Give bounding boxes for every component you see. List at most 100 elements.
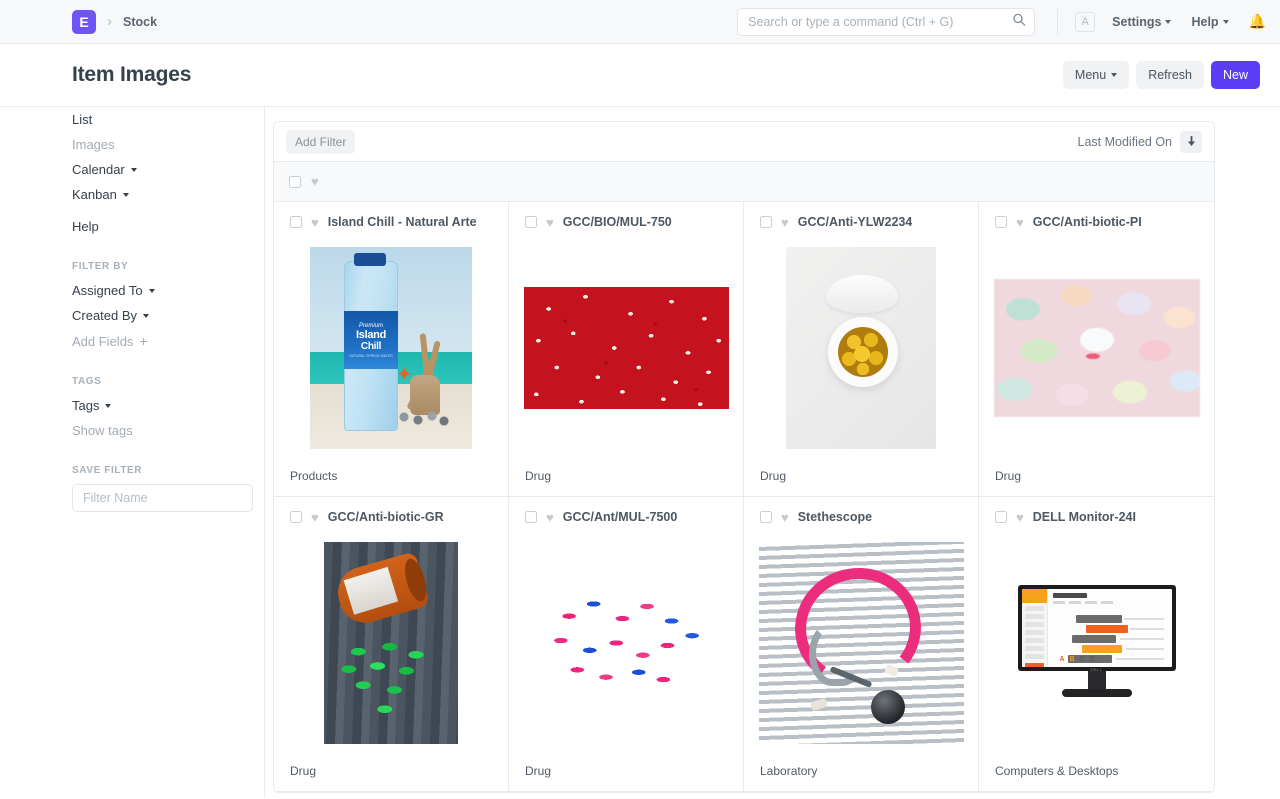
image-card[interactable]: ♥ GCC/Anti-biotic-PI Drug (979, 202, 1214, 497)
card-checkbox[interactable] (995, 216, 1007, 228)
bell-icon[interactable]: 🔔 (1249, 13, 1266, 30)
app-logo-icon[interactable]: E (72, 10, 96, 34)
card-checkbox[interactable] (760, 511, 772, 523)
chevron-down-icon (1111, 73, 1117, 77)
sidebar-item-help[interactable]: Help (72, 214, 250, 239)
sidebar-item-label: Calendar (72, 163, 125, 176)
card-checkbox[interactable] (525, 511, 537, 523)
search-input[interactable] (737, 8, 1035, 36)
sidebar-tags[interactable]: Tags (72, 393, 250, 418)
filter-toolbar: Add Filter Last Modified On (274, 122, 1214, 162)
image-card[interactable]: ♥ GCC/Ant/MUL-7500 Drug (509, 497, 744, 792)
chevron-down-icon (149, 289, 155, 293)
sidebar-item-label: Help (72, 220, 99, 233)
filter-name-input[interactable] (72, 484, 253, 512)
sidebar-filter-label: Created By (72, 309, 137, 322)
image-card[interactable]: ♥ GCC/BIO/MUL-750 Drug (509, 202, 744, 497)
thumbnail-pastel-tablets (994, 279, 1200, 417)
page-actions: Menu Refresh New (1063, 61, 1260, 89)
add-fields-label: Add Fields (72, 335, 133, 348)
select-all-checkbox[interactable] (289, 176, 301, 188)
menu-button-label: Menu (1075, 68, 1106, 82)
heart-icon[interactable]: ♥ (311, 175, 319, 188)
sidebar-filter-label: Assigned To (72, 284, 143, 297)
sidebar-add-fields[interactable]: Add Fields + (72, 328, 250, 354)
top-navbar: E › Stock A Settings Help 🔔 (0, 0, 1280, 44)
card-caption: Laboratory (744, 753, 978, 791)
card-image-area (744, 533, 978, 753)
heart-icon[interactable]: ♥ (311, 511, 319, 524)
page-title: Item Images (72, 63, 191, 87)
add-filter-button[interactable]: Add Filter (286, 130, 355, 154)
thumbnail-stethoscope (759, 542, 964, 744)
sidebar-heading-save-filter: SAVE FILTER (72, 465, 250, 482)
card-checkbox[interactable] (995, 511, 1007, 523)
help-menu[interactable]: Help (1191, 15, 1228, 29)
sidebar-item-images[interactable]: Images (72, 132, 250, 157)
navbar-left: E › Stock (0, 10, 157, 34)
help-label: Help (1191, 15, 1218, 29)
image-card[interactable]: ♥ GCC/Anti-YLW2234 Drug (744, 202, 979, 497)
image-card[interactable]: ♥ DELL Monitor-24I (979, 497, 1214, 792)
image-card[interactable]: ♥ Island Chill - Natural Arte ✦ (274, 202, 509, 497)
main-content: Add Filter Last Modified On ♥ (265, 107, 1280, 798)
card-title: GCC/Ant/MUL-7500 (563, 510, 678, 524)
page-header: Item Images Menu Refresh New (0, 44, 1280, 107)
card-caption: Drug (509, 753, 743, 791)
card-header: ♥ GCC/Ant/MUL-7500 (509, 497, 743, 533)
chevron-down-icon (1223, 20, 1229, 24)
card-header: ♥ DELL Monitor-24I (979, 497, 1214, 533)
card-image-area: A B C D DELL (979, 533, 1214, 753)
plus-icon: + (139, 334, 147, 348)
card-image-area (744, 238, 978, 458)
heart-icon[interactable]: ♥ (546, 511, 554, 524)
card-header: ♥ Stethescope (744, 497, 978, 533)
card-checkbox[interactable] (290, 216, 302, 228)
card-caption: Drug (744, 458, 978, 496)
card-checkbox[interactable] (525, 216, 537, 228)
sidebar-filter-assigned-to[interactable]: Assigned To (72, 278, 250, 303)
navbar-right: A Settings Help 🔔 (737, 8, 1266, 36)
image-card[interactable]: ♥ GCC/Anti-biotic-GR Drug (274, 497, 509, 792)
sidebar-show-tags[interactable]: Show tags (72, 418, 250, 443)
heart-icon[interactable]: ♥ (781, 511, 789, 524)
card-caption: Drug (979, 458, 1214, 496)
sidebar: List Images Calendar Kanban Help FILTER … (0, 107, 265, 798)
sort-field-selector[interactable]: Last Modified On (1078, 135, 1173, 149)
menu-button[interactable]: Menu (1063, 61, 1129, 89)
sidebar-heading-filter-by: FILTER BY (72, 261, 250, 278)
card-checkbox[interactable] (290, 511, 302, 523)
thumbnail-dell-monitor: A B C D DELL (1012, 583, 1182, 703)
card-checkbox[interactable] (760, 216, 772, 228)
chevron-down-icon (105, 404, 111, 408)
sidebar-item-label: List (72, 113, 92, 126)
heart-icon[interactable]: ♥ (1016, 216, 1024, 229)
heart-icon[interactable]: ♥ (1016, 511, 1024, 524)
sidebar-filter-created-by[interactable]: Created By (72, 303, 250, 328)
refresh-button[interactable]: Refresh (1136, 61, 1204, 89)
card-caption: Computers & Desktops (979, 753, 1214, 791)
thumbnail-island-chill-bottle: ✦ Premium Island Chill NATURAL SPRING WA… (310, 247, 472, 449)
image-card-grid: ♥ Island Chill - Natural Arte ✦ (274, 202, 1214, 792)
sidebar-item-calendar[interactable]: Calendar (72, 157, 250, 182)
heart-icon[interactable]: ♥ (546, 216, 554, 229)
card-image-area (979, 238, 1214, 458)
sidebar-item-list[interactable]: List (72, 107, 250, 132)
card-caption: Drug (509, 458, 743, 496)
card-header: ♥ GCC/Anti-biotic-PI (979, 202, 1214, 238)
new-button[interactable]: New (1211, 61, 1260, 89)
card-header: ♥ GCC/Anti-YLW2234 (744, 202, 978, 238)
settings-menu[interactable]: Settings (1112, 15, 1171, 29)
heart-icon[interactable]: ♥ (311, 216, 319, 229)
card-title: GCC/Anti-biotic-PI (1033, 215, 1142, 229)
breadcrumb-separator-icon: › (105, 13, 114, 30)
card-header: ♥ GCC/Anti-biotic-GR (274, 497, 508, 533)
heart-icon[interactable]: ♥ (781, 216, 789, 229)
avatar[interactable]: A (1075, 12, 1095, 32)
image-card[interactable]: ♥ Stethescope Laboratory (744, 497, 979, 792)
sort-direction-button[interactable] (1180, 131, 1202, 153)
search-wrapper (737, 8, 1035, 36)
breadcrumb-item-stock[interactable]: Stock (123, 15, 157, 29)
sidebar-item-kanban[interactable]: Kanban (72, 182, 250, 207)
card-image-area (509, 238, 743, 458)
